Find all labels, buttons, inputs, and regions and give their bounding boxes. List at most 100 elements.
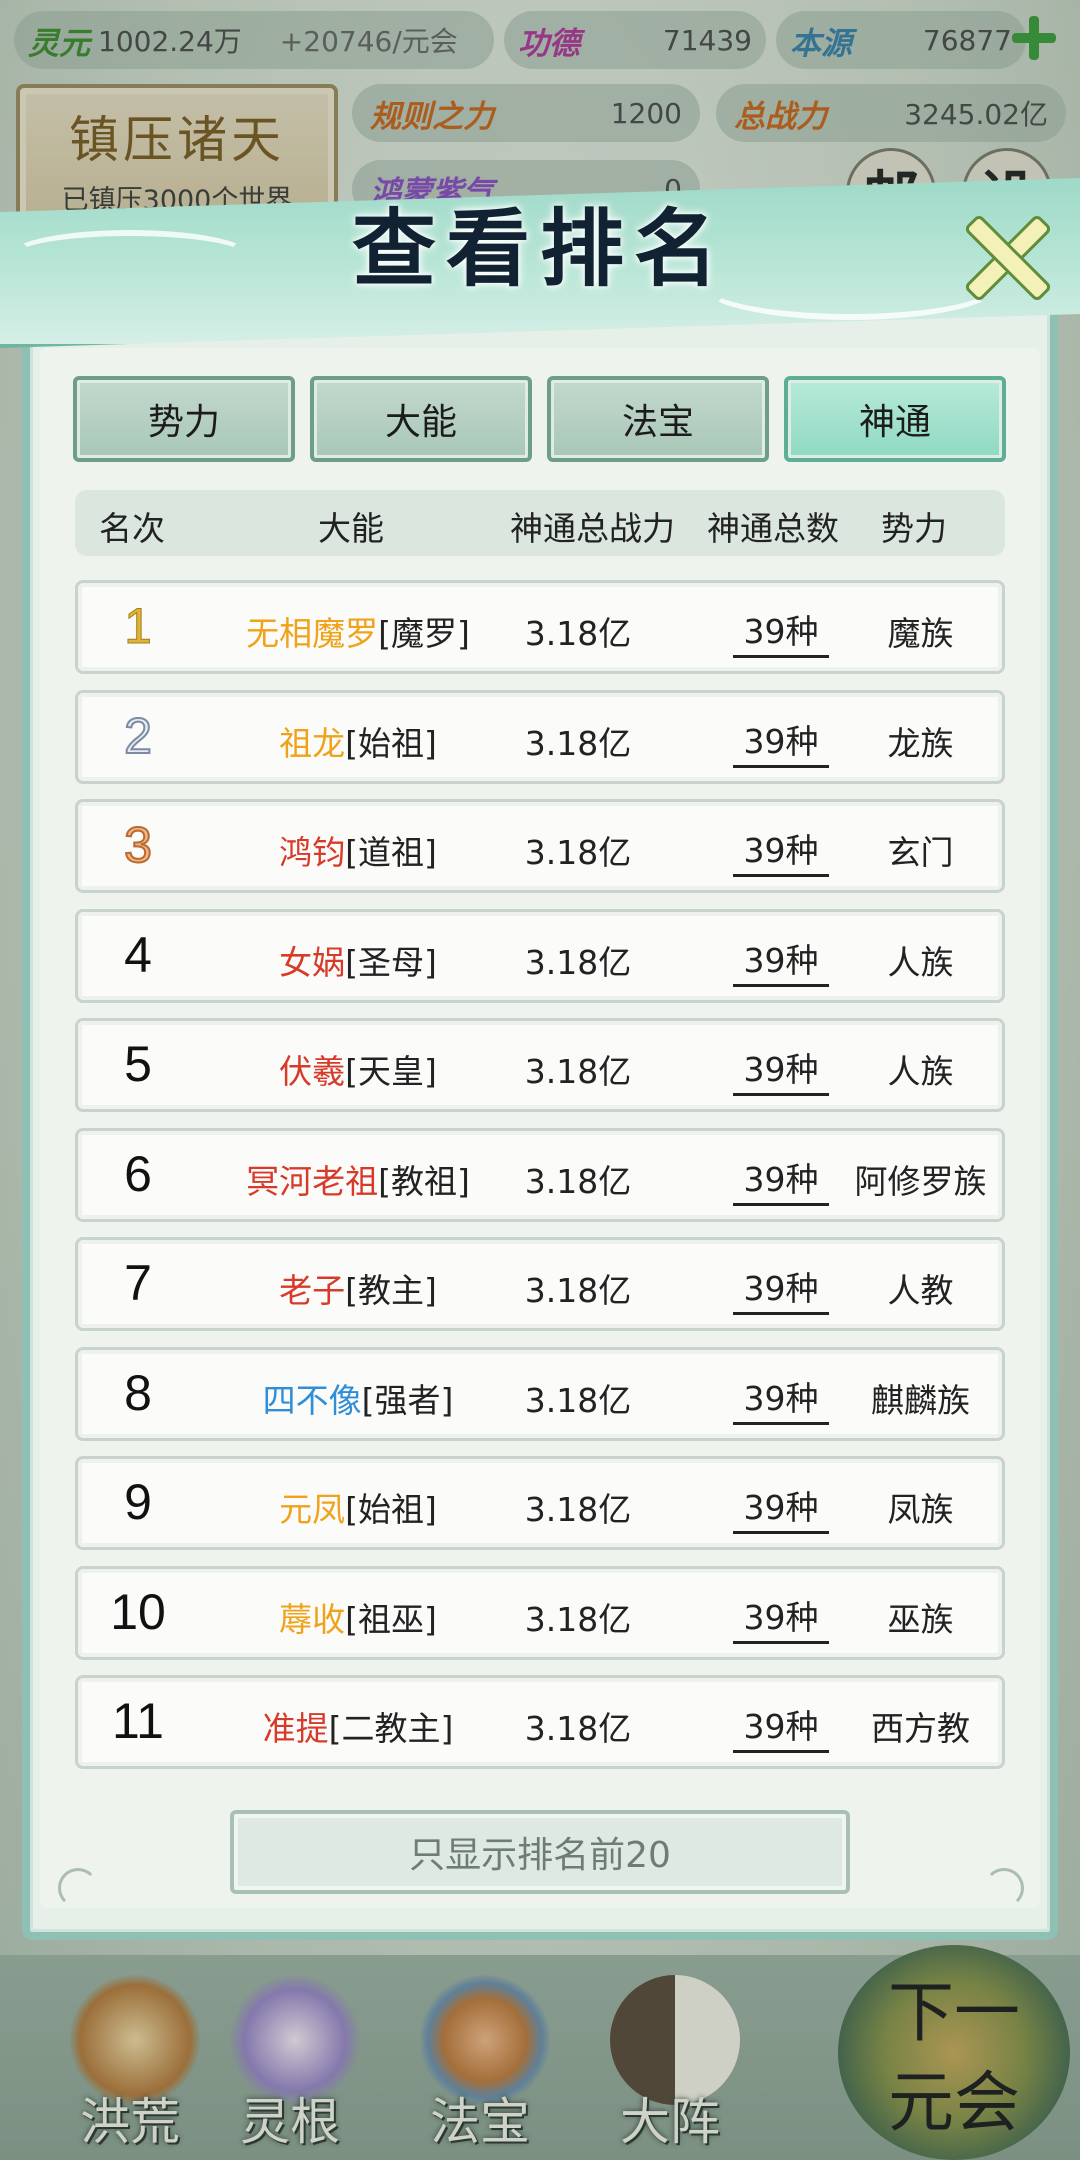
modal-title: 查看排名 (351, 199, 728, 298)
ranking-row[interactable]: 11 准提[二教主] 3.18亿 39种 西方教 (75, 1675, 1005, 1769)
ability-count-link[interactable]: 39种 (733, 1043, 829, 1096)
power-title: [道祖] (345, 833, 437, 872)
power-name: 蓐收 (279, 1599, 346, 1639)
ranking-row[interactable]: 2 祖龙[始祖] 3.18亿 39种 龙族 (75, 689, 1005, 784)
faction-name: 巫族 (887, 1599, 954, 1639)
total-ability-power: 3.18亿 (524, 723, 632, 763)
rank-number: 4 (124, 926, 152, 983)
power-name: 伏羲 (279, 1052, 346, 1091)
power-name: 准提 (262, 1709, 329, 1748)
ranking-row[interactable]: 5 伏羲[天皇] 3.18亿 39种 人族 (75, 1018, 1005, 1112)
col-faction: 势力 (881, 509, 947, 548)
tab-divine-ability-label: 神通 (858, 402, 931, 443)
total-ability-power: 3.18亿 (524, 1380, 632, 1420)
ranking-table-header: 名次 大能 神通总战力 神通总数 势力 (75, 490, 1005, 556)
ranking-row[interactable]: 3 鸿钧[道祖] 3.18亿 39种 玄门 (75, 799, 1005, 893)
power-title: [强者] (361, 1380, 454, 1420)
ability-count-link[interactable]: 39种 (733, 1481, 829, 1534)
col-great-power: 大能 (318, 509, 384, 548)
ability-count-link[interactable]: 39种 (733, 934, 829, 987)
power-name: 鸿钧 (279, 833, 346, 872)
total-ability-power: 3.18亿 (524, 1271, 632, 1310)
total-ability-power: 3.18亿 (524, 833, 632, 872)
col-rank: 名次 (99, 509, 165, 548)
rank-number: 6 (124, 1145, 152, 1202)
ability-count-link[interactable]: 39种 (733, 824, 829, 877)
tab-great-power-label: 大能 (384, 402, 457, 443)
tab-faction[interactable]: 势力 (73, 376, 295, 462)
great-power-name: 无相魔罗[魔罗] (213, 607, 503, 655)
ranking-row[interactable]: 6 冥河老祖[教祖] 3.18亿 39种 阿修罗族 (75, 1127, 1005, 1222)
faction-name: 西方教 (871, 1709, 970, 1748)
great-power-name: 四不像[强者] (213, 1374, 503, 1422)
total-ability-power: 3.18亿 (524, 1161, 632, 1201)
ability-count-link[interactable]: 39种 (733, 715, 829, 768)
ranking-row[interactable]: 9 元凤[始祖] 3.18亿 39种 凤族 (75, 1456, 1005, 1550)
tab-great-power[interactable]: 大能 (310, 376, 532, 462)
total-ability-power: 3.18亿 (524, 942, 632, 982)
rank-number: 11 (112, 1693, 164, 1749)
great-power-name: 伏羲[天皇] (213, 1045, 503, 1093)
power-title: [天皇] (345, 1052, 437, 1091)
ability-count-link[interactable]: 39种 (733, 1372, 829, 1425)
rank-number: 10 (110, 1583, 166, 1640)
close-icon[interactable] (960, 210, 1050, 300)
ranking-row[interactable]: 7 老子[教主] 3.18亿 39种 人教 (75, 1237, 1005, 1331)
show-top20-label: 只显示排名前20 (409, 1835, 671, 1876)
total-ability-power: 3.18亿 (524, 1490, 632, 1529)
rank-number: 9 (124, 1474, 152, 1530)
power-title: [魔罗] (378, 614, 470, 653)
great-power-name: 鸿钧[道祖] (213, 826, 503, 874)
rank-number: 1 (124, 598, 153, 655)
ranking-row[interactable]: 4 女娲[圣母] 3.18亿 39种 人族 (75, 908, 1005, 1003)
power-title: [祖巫] (345, 1599, 437, 1639)
rank-number: 3 (123, 816, 153, 874)
faction-name: 阿修罗族 (854, 1161, 987, 1201)
power-title: [教祖] (378, 1161, 470, 1201)
ability-count-link[interactable]: 39种 (733, 1262, 829, 1315)
faction-name: 人族 (887, 942, 954, 982)
ability-count-link[interactable]: 39种 (733, 1591, 829, 1644)
power-name: 冥河老祖 (246, 1161, 379, 1201)
tab-treasure-label: 法宝 (621, 402, 694, 443)
power-title: [二教主] (328, 1709, 454, 1748)
great-power-name: 冥河老祖[教祖] (213, 1155, 503, 1203)
power-title: [始祖] (345, 1490, 437, 1529)
cloud-ornament (10, 230, 250, 280)
total-ability-power: 3.18亿 (524, 1052, 632, 1091)
power-name: 老子 (279, 1271, 346, 1310)
faction-name: 龙族 (887, 723, 954, 763)
tab-treasure[interactable]: 法宝 (547, 376, 769, 462)
rank-number: 7 (124, 1255, 152, 1311)
corner-ornament (58, 1868, 98, 1908)
faction-name: 人教 (887, 1271, 954, 1310)
rank-number: 5 (124, 1036, 152, 1092)
power-name: 元凤 (279, 1490, 346, 1529)
total-ability-power: 3.18亿 (524, 1599, 632, 1639)
tab-divine-ability[interactable]: 神通 (784, 376, 1006, 462)
corner-ornament (984, 1868, 1024, 1908)
total-ability-power: 3.18亿 (524, 614, 632, 653)
tab-faction-label: 势力 (147, 402, 220, 443)
power-title: [圣母] (345, 942, 437, 982)
great-power-name: 元凤[始祖] (213, 1483, 503, 1531)
ranking-row[interactable]: 1 无相魔罗[魔罗] 3.18亿 39种 魔族 (75, 580, 1005, 674)
great-power-name: 准提[二教主] (213, 1702, 503, 1750)
show-top20-button[interactable]: 只显示排名前20 (230, 1810, 850, 1894)
total-ability-power: 3.18亿 (524, 1709, 632, 1748)
great-power-name: 祖龙[始祖] (213, 717, 503, 765)
power-name: 无相魔罗 (246, 614, 379, 653)
ability-count-link[interactable]: 39种 (733, 1700, 829, 1753)
col-ability-count: 神通总数 (707, 509, 839, 548)
ranking-row[interactable]: 10 蓐收[祖巫] 3.18亿 39种 巫族 (75, 1565, 1005, 1660)
rank-number: 8 (124, 1364, 152, 1421)
ability-count-link[interactable]: 39种 (733, 605, 829, 658)
power-name: 女娲 (279, 942, 346, 982)
power-title: [教主] (345, 1271, 437, 1310)
ranking-row[interactable]: 8 四不像[强者] 3.18亿 39种 麒麟族 (75, 1346, 1005, 1441)
ability-count-link[interactable]: 39种 (733, 1153, 829, 1206)
faction-name: 麒麟族 (871, 1380, 970, 1420)
power-name: 祖龙 (279, 723, 346, 763)
rank-number: 2 (123, 707, 153, 765)
great-power-name: 女娲[圣母] (213, 936, 503, 984)
